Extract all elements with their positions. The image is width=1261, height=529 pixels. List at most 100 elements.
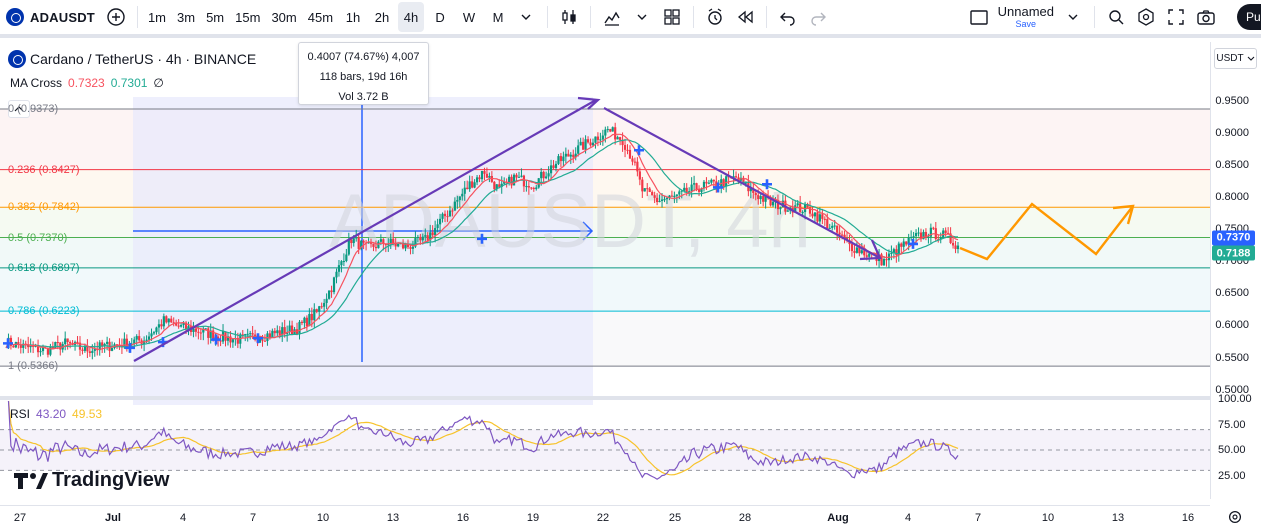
candle-body bbox=[152, 332, 156, 334]
candle-body bbox=[91, 350, 94, 354]
interval-M[interactable]: M bbox=[485, 2, 511, 32]
candle-body bbox=[397, 243, 400, 247]
candles-icon[interactable] bbox=[554, 2, 584, 32]
candle-body bbox=[419, 237, 422, 241]
candle-body bbox=[157, 324, 161, 328]
candle-body bbox=[362, 240, 365, 243]
tradingview-logo[interactable]: TradingView bbox=[14, 469, 169, 492]
symbol-search[interactable]: ADAUSDT bbox=[0, 0, 95, 36]
candle-body bbox=[826, 219, 829, 229]
candle-body bbox=[917, 232, 920, 234]
interval-1m[interactable]: 1m bbox=[144, 2, 170, 32]
chevron-down-icon[interactable] bbox=[511, 2, 541, 32]
candle-body bbox=[678, 191, 681, 195]
candle-body bbox=[626, 149, 629, 151]
ma-fast-value: 0.7323 bbox=[68, 76, 105, 90]
candle-body bbox=[332, 277, 336, 293]
candle-body bbox=[628, 149, 632, 159]
candle-body bbox=[675, 194, 678, 196]
candle-body bbox=[374, 246, 378, 249]
candle-body bbox=[900, 243, 903, 247]
candle-body bbox=[759, 196, 762, 200]
candle-body bbox=[823, 218, 826, 220]
candle-body bbox=[599, 139, 602, 141]
fullscreen-icon[interactable] bbox=[1161, 2, 1191, 32]
price-chart[interactable]: ADAUSDT, 4h bbox=[0, 42, 1210, 528]
chevron-down-icon bbox=[1247, 56, 1254, 61]
candle-body bbox=[586, 139, 590, 143]
interval-30m[interactable]: 30m bbox=[267, 2, 300, 32]
templates-icon[interactable] bbox=[657, 2, 687, 32]
rsi-label: RSI bbox=[10, 407, 31, 421]
candle-body bbox=[483, 170, 486, 174]
time-tick: 10 bbox=[316, 512, 330, 524]
candle-body bbox=[278, 330, 281, 336]
candle-body bbox=[320, 306, 323, 308]
candle-body bbox=[545, 176, 548, 179]
layout-save-text[interactable]: Save bbox=[1016, 20, 1037, 29]
candle-body bbox=[811, 213, 814, 217]
time-tick: 13 bbox=[386, 512, 400, 524]
candle-body bbox=[508, 176, 511, 183]
interval-4h[interactable]: 4h bbox=[398, 2, 425, 32]
candle-body bbox=[552, 165, 555, 168]
undo-icon[interactable] bbox=[773, 2, 803, 32]
candle-body bbox=[910, 237, 913, 239]
indicators-icon[interactable] bbox=[597, 2, 627, 32]
quick-search-icon[interactable] bbox=[1101, 2, 1131, 32]
candle-body bbox=[199, 332, 202, 334]
settings-icon[interactable] bbox=[1131, 2, 1161, 32]
candle-body bbox=[493, 181, 496, 190]
interval-W[interactable]: W bbox=[456, 2, 482, 32]
replay-icon[interactable] bbox=[730, 2, 760, 32]
chevron-down-icon[interactable] bbox=[627, 2, 657, 32]
candle-body bbox=[515, 174, 518, 178]
candle-body bbox=[547, 173, 550, 177]
candle-body bbox=[411, 246, 415, 249]
chevron-down-icon[interactable] bbox=[1058, 2, 1088, 32]
measure-tooltip: 0.4007 (74.67%) 4,007 118 bars, 19d 16h … bbox=[298, 42, 429, 105]
alert-icon[interactable] bbox=[700, 2, 730, 32]
tooltip-line-volume: Vol 3.72 B bbox=[338, 91, 389, 103]
interval-3m[interactable]: 3m bbox=[173, 2, 199, 32]
time-axis[interactable]: 27 Jul 4 7 10 13 16 19 22 25 28 Aug 4 7 10 13 16 bbox=[0, 505, 1210, 529]
layout-select-icon[interactable] bbox=[964, 2, 994, 32]
candle-body bbox=[796, 203, 799, 206]
top-toolbar: ADAUSDT 1m 3m 5m 15m 30m 45m 1h 2h 4h D W M Unnamed… bbox=[0, 0, 1261, 38]
candle-body bbox=[734, 176, 738, 178]
candle-body bbox=[520, 175, 523, 177]
interval-D[interactable]: D bbox=[427, 2, 453, 32]
camera-icon[interactable] bbox=[1191, 2, 1221, 32]
ma-hidden-icon[interactable]: ∅ bbox=[153, 76, 163, 90]
candle-body bbox=[582, 141, 585, 150]
candle-body bbox=[436, 224, 439, 229]
candle-body bbox=[690, 184, 693, 192]
compare-add-icon[interactable] bbox=[101, 2, 131, 32]
publish-button[interactable]: Pu bbox=[1237, 4, 1261, 30]
candle-body bbox=[912, 236, 915, 238]
candle-body bbox=[623, 145, 627, 150]
candle-body bbox=[559, 156, 563, 162]
redo-icon[interactable] bbox=[803, 2, 833, 32]
candle-body bbox=[535, 187, 538, 190]
gear-icon[interactable] bbox=[1226, 508, 1244, 526]
candle-body bbox=[273, 330, 276, 334]
candle-body bbox=[416, 237, 419, 239]
candle-body bbox=[902, 241, 905, 247]
candle-body bbox=[305, 317, 308, 327]
layout-name[interactable]: Unnamed Save bbox=[998, 5, 1054, 29]
currency-select[interactable]: USDT bbox=[1214, 48, 1257, 69]
interval-5m[interactable]: 5m bbox=[202, 2, 228, 32]
ma-cross-legend[interactable]: MA Cross 0.7323 0.7301 ∅ bbox=[10, 76, 164, 90]
interval-1h[interactable]: 1h bbox=[340, 2, 366, 32]
candle-body bbox=[712, 179, 715, 182]
time-tick: 27 bbox=[13, 512, 27, 524]
candle-body bbox=[135, 336, 138, 340]
interval-2h[interactable]: 2h bbox=[369, 2, 395, 32]
rsi-legend[interactable]: RSI 43.20 49.53 bbox=[10, 407, 102, 421]
candle-body bbox=[207, 328, 210, 338]
interval-15m[interactable]: 15m bbox=[231, 2, 264, 32]
candle-body bbox=[562, 156, 565, 162]
interval-45m[interactable]: 45m bbox=[304, 2, 337, 32]
price-tick: 0.9500 bbox=[1215, 94, 1249, 107]
